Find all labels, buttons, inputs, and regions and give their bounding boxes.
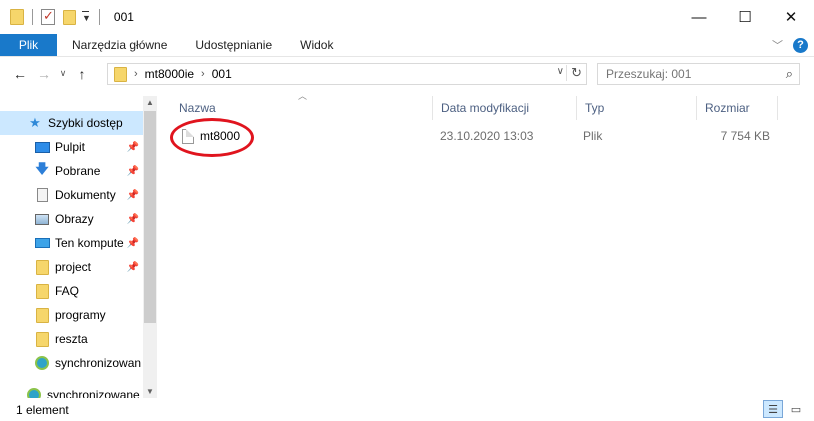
sidebar-item-label: programy [55, 308, 106, 322]
scroll-thumb[interactable] [144, 111, 156, 323]
tab-view[interactable]: Widok [286, 34, 347, 56]
column-header-type[interactable]: Typ [577, 96, 697, 120]
pin-icon[interactable]: 📌 [127, 214, 139, 225]
tab-share[interactable]: Udostępnianie [181, 34, 286, 56]
folder-icon [34, 307, 50, 323]
sidebar-item-label: Pobrane [55, 164, 101, 178]
address-bar[interactable]: › mt8000ie › 001 ∨ ↻ [107, 63, 587, 85]
sidebar-item-label: Dokumenty [55, 188, 116, 202]
forward-arrow-icon[interactable]: → [32, 66, 56, 82]
sidebar-item-label: Ten kompute [55, 236, 124, 250]
desktop-icon [34, 140, 50, 154]
folder-icon [114, 66, 127, 82]
recent-locations-dropdown-icon[interactable]: ∨ [56, 68, 70, 79]
pin-icon[interactable]: 📌 [127, 262, 139, 273]
sidebar-item-label: FAQ [55, 284, 80, 298]
file-type: Plik [583, 129, 603, 143]
details-view-icon[interactable]: ☰ [763, 400, 783, 418]
back-arrow-icon[interactable]: ← [8, 66, 32, 82]
window-title: 001 [113, 10, 134, 24]
close-button[interactable]: ✕ [768, 0, 814, 34]
sidebar-item-programy[interactable]: programy [0, 303, 143, 327]
navigation-bar: ← → ∨ ↑ › mt8000ie › 001 ∨ ↻ ⌕ [0, 57, 814, 90]
column-header-modified[interactable]: Data modyfikacji [433, 96, 577, 120]
sync-icon [34, 356, 50, 370]
folder-icon [34, 331, 50, 347]
document-icon [34, 188, 50, 202]
ribbon-tabs: Plik Narzędzia główne Udostępnianie Wido… [0, 34, 814, 57]
sidebar-item-downloads[interactable]: 🡇 Pobrane 📌 [0, 159, 143, 183]
sidebar-item-sync-1[interactable]: synchronizowan [0, 351, 143, 375]
search-icon[interactable]: ⌕ [786, 66, 793, 82]
pin-icon[interactable]: 📌 [127, 190, 139, 201]
pin-icon[interactable]: 📌 [127, 238, 139, 249]
folder-icon [34, 283, 50, 299]
title-bar: ▼ 001 — ☐ ✕ [0, 0, 814, 34]
sidebar-item-desktop[interactable]: Pulpit 📌 [0, 135, 143, 159]
pin-icon[interactable]: 📌 [127, 166, 139, 177]
tab-file[interactable]: Plik [0, 34, 57, 56]
sidebar-item-documents[interactable]: Dokumenty 📌 [0, 183, 143, 207]
sidebar-item-this-pc[interactable]: Ten kompute 📌 [0, 231, 143, 255]
column-header-size[interactable]: Rozmiar [697, 96, 778, 120]
scroll-up-icon[interactable]: ▲ [146, 98, 154, 107]
up-arrow-icon[interactable]: ↑ [70, 66, 94, 82]
large-icons-view-icon[interactable]: ▭ [786, 400, 806, 418]
ribbon-right-controls: ﹀ ? [772, 37, 808, 53]
sync-icon [26, 388, 42, 398]
search-box[interactable]: ⌕ [597, 63, 800, 85]
view-switcher: ☰ ▭ [763, 400, 806, 418]
search-input[interactable] [606, 67, 776, 81]
expand-ribbon-chevron-icon[interactable]: ﹀ [772, 37, 783, 53]
sidebar-item-label: Szybki dostęp [48, 116, 123, 130]
folder-icon[interactable] [10, 9, 24, 25]
toolbar-divider [32, 9, 33, 25]
sidebar-item-project[interactable]: project 📌 [0, 255, 143, 279]
highlight-circle-annotation [170, 118, 254, 157]
toolbar-divider [98, 9, 100, 25]
window-controls: — ☐ ✕ [676, 0, 814, 34]
sidebar-item-faq[interactable]: FAQ [0, 279, 143, 303]
pin-icon[interactable]: 📌 [127, 142, 139, 153]
maximize-button[interactable]: ☐ [722, 0, 768, 34]
help-icon[interactable]: ? [793, 37, 808, 53]
item-count: 1 element [16, 402, 69, 417]
breadcrumb-001[interactable]: 001 [212, 67, 232, 81]
properties-icon[interactable] [41, 8, 55, 25]
breadcrumb-separator-icon[interactable]: › [134, 68, 138, 80]
sidebar-item-label: synchronizowane [47, 388, 140, 398]
status-bar: 1 element ☰ ▭ [0, 398, 814, 421]
column-header-name[interactable]: Nazwa [171, 96, 433, 120]
sidebar-item-reszta[interactable]: reszta [0, 327, 143, 351]
file-row[interactable]: mt8000 23.10.2020 13:03 Plik 7 754 KB [166, 124, 778, 148]
tab-home[interactable]: Narzędzia główne [57, 34, 181, 56]
sidebar-item-sync-2[interactable]: synchronizowane [0, 383, 143, 398]
sidebar-item-label: synchronizowan [55, 356, 142, 370]
folder-icon [34, 259, 50, 275]
address-dropdown-icon[interactable]: ∨ [557, 66, 564, 77]
navigation-pane: ★ Szybki dostęp Pulpit 📌 🡇 Pobrane 📌 Dok… [0, 96, 157, 398]
download-icon: 🡇 [35, 161, 49, 176]
customize-toolbar-dropdown-icon[interactable]: ▼ [82, 11, 91, 23]
file-modified: 23.10.2020 13:03 [440, 129, 534, 143]
sidebar-item-label: Pulpit [55, 140, 86, 154]
quick-access-toolbar: ▼ 001 [0, 8, 134, 25]
minimize-button[interactable]: — [676, 0, 722, 34]
sidebar-item-label: reszta [55, 332, 88, 346]
refresh-icon[interactable]: ↻ [566, 65, 582, 81]
sidebar-item-quick-access[interactable]: ★ Szybki dostęp [0, 111, 143, 135]
sidebar-item-label: project [55, 260, 92, 274]
file-size: 7 754 KB [720, 129, 770, 143]
nav-pane-scrollbar[interactable]: ▲ ▼ [143, 96, 157, 398]
computer-icon [34, 236, 50, 250]
sidebar-item-label: Obrazy [55, 212, 94, 226]
star-icon: ★ [29, 115, 41, 130]
new-folder-icon[interactable] [63, 9, 76, 25]
pictures-icon [34, 212, 50, 226]
breadcrumb-separator-icon[interactable]: › [201, 68, 205, 80]
breadcrumb-mt8000ie[interactable]: mt8000ie [145, 67, 194, 81]
scroll-down-icon[interactable]: ▼ [146, 387, 154, 396]
sidebar-item-pictures[interactable]: Obrazy 📌 [0, 207, 143, 231]
